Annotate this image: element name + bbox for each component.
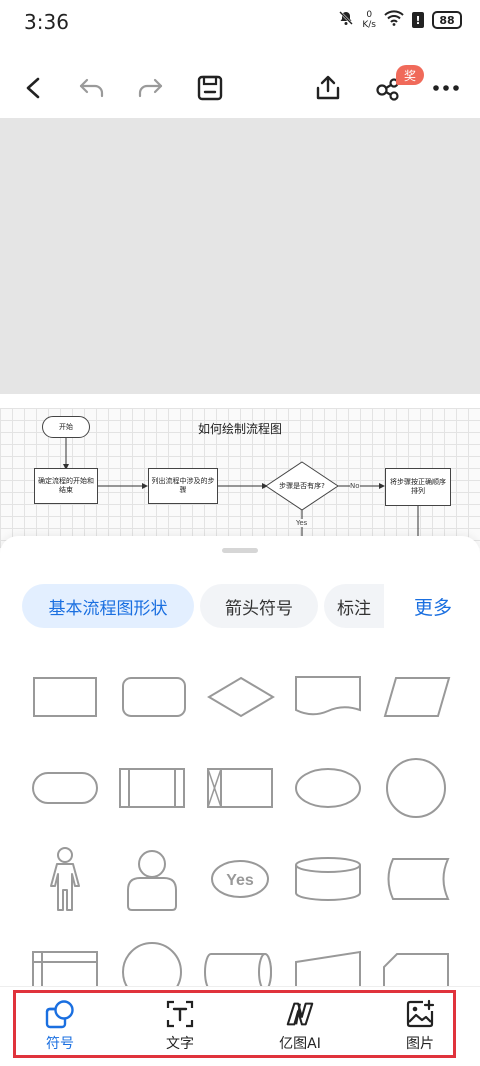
net-speed: 0 K/s (362, 10, 376, 30)
category-basic-flowchart[interactable]: 基本流程图形状 (22, 584, 194, 628)
no-label: No (350, 482, 360, 490)
shape-yes-bubble[interactable]: Yes (204, 843, 276, 915)
tab-text[interactable]: 文字 (140, 998, 220, 1054)
shapes-icon (44, 998, 76, 1030)
status-icons: 0 K/s ! 88 (338, 10, 462, 30)
share-icon (316, 75, 340, 100)
shape-circle[interactable] (380, 752, 452, 824)
ai-logo-icon (284, 998, 316, 1030)
yes-bubble-text: Yes (226, 872, 254, 889)
tab-label: 图片 (406, 1036, 434, 1052)
undo-icon (79, 78, 104, 98)
tab-label: 文字 (166, 1036, 194, 1052)
more-horizontal-icon (433, 85, 459, 91)
add-image-icon (404, 998, 436, 1030)
shape-process[interactable] (29, 661, 101, 733)
shape-stored-data[interactable] (380, 843, 452, 915)
shape-crossed-process[interactable] (204, 752, 276, 824)
flow-node-list[interactable]: 列出流程中涉及的步骤 (148, 468, 218, 504)
shape-ellipse[interactable] (292, 752, 364, 824)
shape-rounded-process[interactable] (118, 661, 190, 733)
shape-terminator[interactable] (29, 752, 101, 824)
alert-icon: ! (412, 12, 424, 28)
yes-label: Yes (296, 519, 308, 527)
chevron-left-icon (26, 77, 40, 99)
mute-bell-icon (338, 10, 354, 30)
more-categories-link[interactable]: 更多 (414, 584, 452, 628)
save-button[interactable] (190, 68, 230, 108)
diagram-canvas[interactable]: 如何绘制流程图 开始 确定流程的开始和结束 列出流程中涉及的步骤 步骤是否有序?… (0, 408, 480, 548)
more-button[interactable] (426, 68, 466, 108)
redo-button[interactable] (130, 68, 170, 108)
shape-decision[interactable] (205, 661, 277, 733)
tab-symbols[interactable]: 符号 (20, 998, 100, 1054)
net-speed-unit: K/s (362, 20, 376, 30)
shape-data[interactable] (381, 661, 453, 733)
shape-cylinder[interactable] (292, 843, 364, 915)
redo-icon (138, 78, 163, 98)
flow-decision-node[interactable]: 步骤是否有序? (276, 474, 328, 498)
shape-actor[interactable] (29, 843, 101, 915)
award-badge[interactable]: 奖 (396, 65, 424, 85)
tab-image[interactable]: 图片 (380, 998, 460, 1054)
flow-node-define[interactable]: 确定流程的开始和结束 (34, 468, 98, 504)
canvas-blank-area[interactable] (0, 118, 480, 394)
export-button[interactable] (308, 68, 348, 108)
undo-button[interactable] (72, 68, 112, 108)
shape-user[interactable] (116, 843, 188, 915)
save-icon (197, 75, 223, 101)
tab-label: 符号 (46, 1036, 74, 1052)
category-callout[interactable]: 标注 (324, 584, 384, 628)
drag-handle[interactable] (222, 548, 258, 553)
text-recognition-icon (164, 998, 196, 1030)
net-speed-value: 0 (366, 10, 373, 20)
flow-start-node[interactable]: 开始 (42, 416, 90, 438)
flow-node-order[interactable]: 将步骤按正确顺序排列 (385, 468, 451, 506)
category-arrows[interactable]: 箭头符号 (200, 584, 318, 628)
tab-label: 亿图AI (279, 1036, 321, 1052)
wifi-icon (384, 10, 404, 30)
shape-predefined-process[interactable] (116, 752, 188, 824)
status-bar: 3:36 0 K/s ! 88 (0, 0, 480, 46)
back-button[interactable] (14, 68, 54, 108)
shape-document[interactable] (292, 661, 364, 733)
battery-icon: 88 (432, 11, 462, 29)
tab-ai[interactable]: 亿图AI (260, 998, 340, 1054)
status-time: 3:36 (24, 10, 69, 34)
